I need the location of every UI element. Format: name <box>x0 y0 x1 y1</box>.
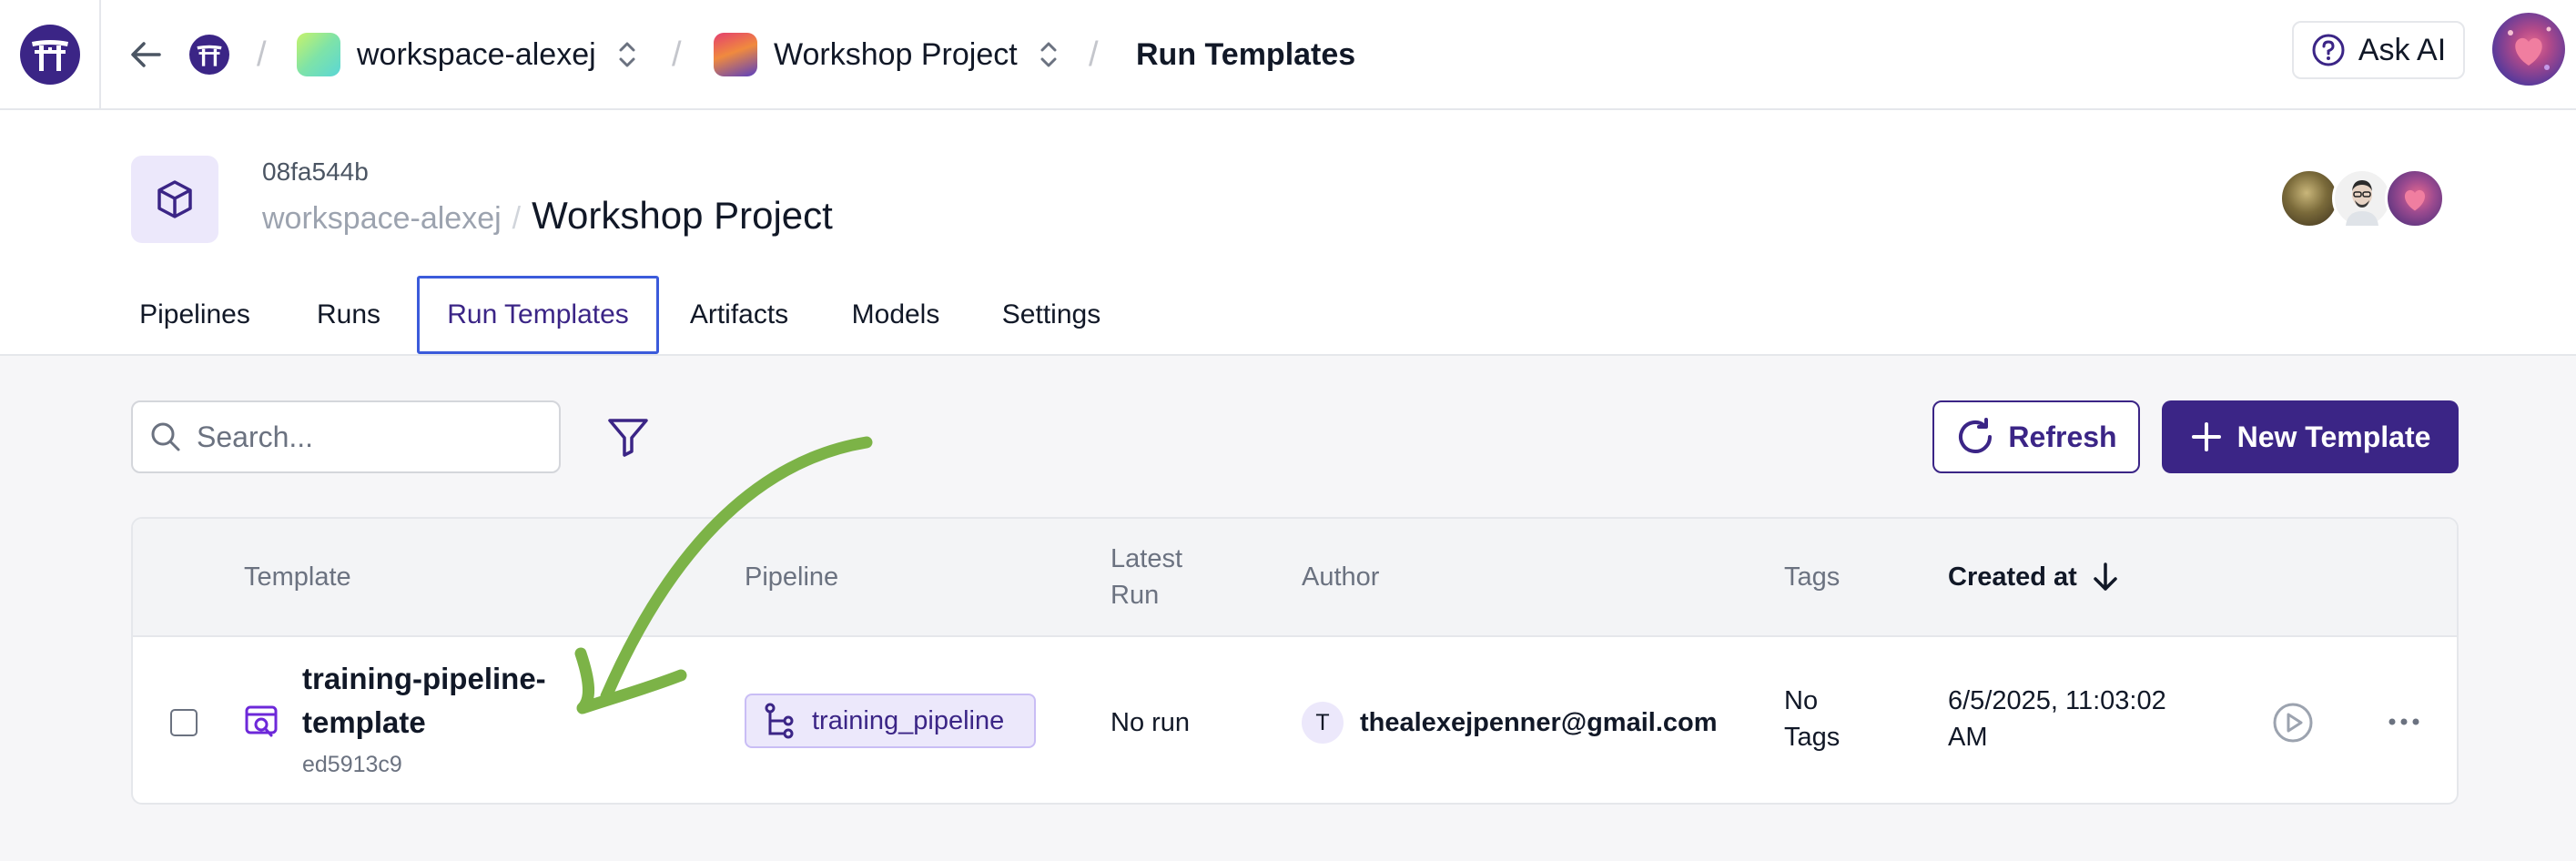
created-at-label: Created at <box>1948 562 2077 592</box>
tab-pipelines[interactable]: Pipelines <box>131 276 259 354</box>
cube-icon <box>157 180 192 218</box>
row-checkbox[interactable] <box>170 709 198 736</box>
template-id: ed5913c9 <box>302 752 402 777</box>
table-header: Template Pipeline Latest Run Author Tags… <box>133 519 2457 637</box>
project-icon-tile <box>131 156 218 243</box>
search-icon <box>151 422 180 451</box>
workspace-avatar <box>297 33 340 76</box>
user-avatar[interactable] <box>2492 13 2565 86</box>
project-name: Workshop Project <box>774 36 1018 72</box>
org-logo[interactable] <box>189 0 229 109</box>
chevron-up-down-icon <box>1040 42 1057 67</box>
column-header-author: Author <box>1302 562 1380 592</box>
member-avatar[interactable] <box>2332 168 2392 228</box>
run-template-icon <box>244 704 279 744</box>
project-header: 08fa544b workspace-alexej / Workshop Pro… <box>0 110 2576 356</box>
pipeline-tree-icon <box>765 703 794 739</box>
project-title-row: workspace-alexej / Workshop Project <box>262 194 833 238</box>
search-input[interactable] <box>195 419 544 455</box>
refresh-icon <box>1959 418 1993 453</box>
search-box[interactable] <box>131 400 561 473</box>
tab-runs[interactable]: Runs <box>313 276 384 354</box>
top-bar: / workspace-alexej / Workshop Project / … <box>0 0 2576 110</box>
project-id: 08fa544b <box>262 157 369 186</box>
column-header-created-at[interactable]: Created at <box>1948 519 2119 635</box>
tab-models[interactable]: Models <box>845 276 947 354</box>
back-button[interactable] <box>124 0 167 109</box>
author-email: thealexejpenner@gmail.com <box>1360 707 1718 737</box>
pipeline-badge[interactable]: training_pipeline <box>745 694 1036 748</box>
arrow-left-icon <box>131 42 161 67</box>
chevron-up-down-icon <box>619 42 635 67</box>
row-actions-button[interactable] <box>2380 705 2428 738</box>
app-logo[interactable] <box>0 0 101 109</box>
created-at-value: 6/5/2025, 11:03:02 AM <box>1948 686 2166 752</box>
project-avatar <box>714 33 757 76</box>
project-workspace-link[interactable]: workspace-alexej <box>262 201 502 237</box>
plus-icon <box>2191 422 2221 451</box>
new-template-button[interactable]: New Template <box>2162 400 2459 473</box>
filter-funnel-icon <box>608 419 648 457</box>
person-portrait-icon <box>2346 180 2378 226</box>
refresh-button[interactable]: Refresh <box>1932 400 2140 473</box>
tab-settings[interactable]: Settings <box>992 276 1111 354</box>
current-page-label: Run Templates <box>1136 36 1356 72</box>
project-title-separator: / <box>512 201 522 236</box>
workspace-name: workspace-alexej <box>357 36 596 72</box>
breadcrumb-current: Run Templates <box>1136 0 1355 109</box>
tab-run-templates[interactable]: Run Templates <box>417 276 659 354</box>
column-header-template: Template <box>244 562 351 592</box>
member-avatar[interactable] <box>2279 168 2339 228</box>
tab-artifacts[interactable]: Artifacts <box>683 276 796 354</box>
run-template-button[interactable] <box>2271 701 2315 745</box>
filter-button[interactable] <box>603 408 654 466</box>
torii-logo-icon <box>19 25 80 85</box>
tags-value: No Tags <box>1784 686 1841 752</box>
template-name-link[interactable]: training-pipeline-template <box>302 657 566 745</box>
column-header-tags: Tags <box>1784 562 1841 592</box>
workspace-switcher[interactable]: workspace-alexej <box>297 0 638 109</box>
refresh-label: Refresh <box>2008 420 2117 453</box>
help-circle-icon <box>2312 34 2345 66</box>
breadcrumb-separator: / <box>1089 35 1099 74</box>
new-template-label: New Template <box>2236 420 2431 453</box>
sort-descending-arrow-icon <box>2094 562 2117 591</box>
author-avatar: T <box>1302 702 1344 744</box>
pipeline-name: training_pipeline <box>812 705 1005 735</box>
breadcrumb-separator: / <box>257 35 267 74</box>
torii-small-icon <box>189 35 229 75</box>
project-title: Workshop Project <box>532 194 833 237</box>
latest-run-value: No run <box>1111 707 1191 737</box>
avatar-illustration-icon <box>2404 189 2426 211</box>
run-templates-table: Template Pipeline Latest Run Author Tags… <box>131 517 2459 805</box>
breadcrumb-separator: / <box>672 35 682 74</box>
project-switcher[interactable]: Workshop Project <box>714 0 1060 109</box>
avatar-illustration-icon <box>2508 26 2551 70</box>
author-cell: T thealexejpenner@gmail.com <box>1302 701 1718 745</box>
column-header-latest-run: Latest Run <box>1111 544 1182 610</box>
play-circle-icon <box>2273 703 2313 743</box>
column-header-pipeline: Pipeline <box>745 562 839 592</box>
more-horizontal-icon <box>2388 718 2419 725</box>
ask-ai-label: Ask AI <box>2358 32 2447 67</box>
ask-ai-button[interactable]: Ask AI <box>2292 21 2465 79</box>
member-avatar[interactable] <box>2385 168 2445 228</box>
